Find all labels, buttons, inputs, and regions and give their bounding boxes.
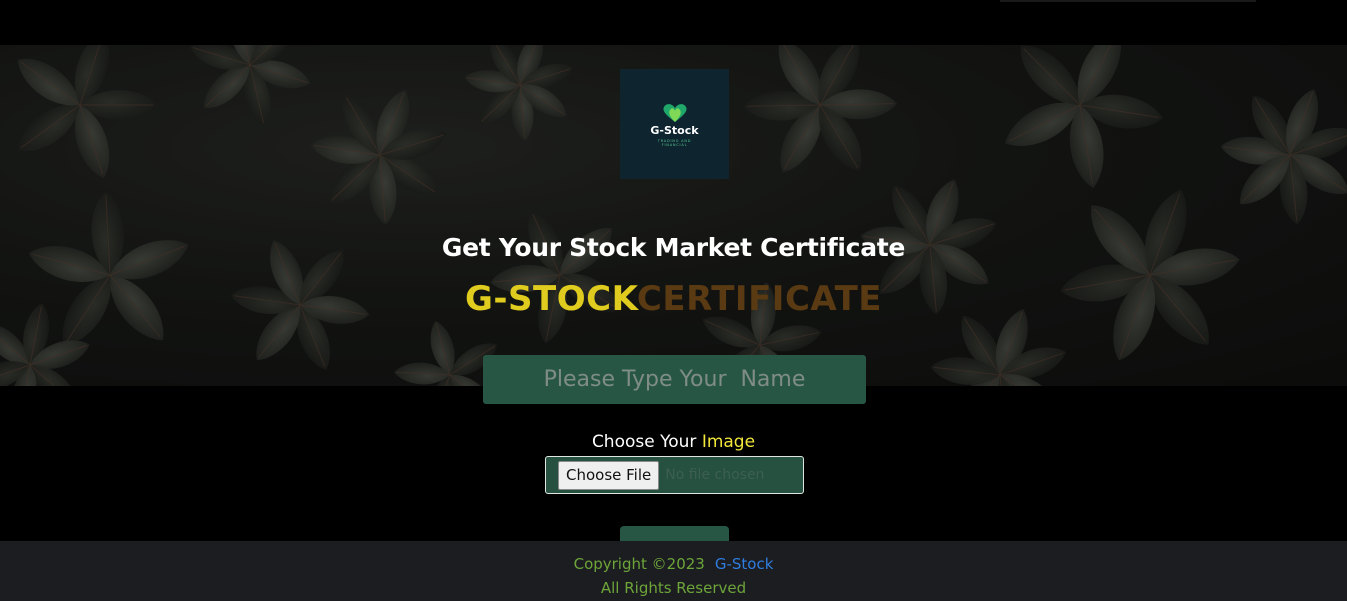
file-status-text: No file chosen — [665, 467, 765, 483]
heart-leaf-icon — [662, 104, 687, 122]
page-title: Get Your Stock Market Certificate — [441, 233, 906, 262]
logo-tagline: TRADING AND FINANCIAL — [657, 139, 692, 147]
choose-file-button[interactable]: Choose File — [558, 460, 660, 490]
brand-gstock-text: G-STOCK — [465, 279, 637, 319]
g-stock-logo[interactable]: G-Stock TRADING AND FINANCIAL — [620, 69, 729, 179]
footer-brand-link[interactable]: G-Stock — [715, 555, 774, 573]
hero-brand-heading: G-STOCKCERTIFICATE — [0, 279, 1347, 319]
footer-copyright-line: Copyright ©2023 G-Stock — [0, 555, 1347, 573]
choose-label-highlight: Image — [701, 432, 756, 452]
choose-label-text: Choose Your — [591, 432, 697, 452]
file-upload-field[interactable]: Choose File No file chosen — [545, 456, 804, 494]
choose-image-label: Choose Your Image — [0, 432, 1347, 452]
footer-rights-text: All Rights Reserved — [600, 579, 747, 597]
brand-certificate-text: CERTIFICATE — [636, 279, 882, 319]
name-input[interactable] — [483, 355, 866, 404]
hero-banner: G-Stock TRADING AND FINANCIAL Get Your S… — [0, 45, 1347, 386]
logo-brand-text: G-Stock — [650, 124, 699, 137]
copyright-text: Copyright ©2023 — [573, 555, 705, 573]
footer: Copyright ©2023 G-Stock All Rights Reserv… — [0, 541, 1347, 601]
page: G-Stock TRADING AND FINANCIAL Get Your S… — [0, 0, 1347, 601]
top-divider — [1000, 0, 1256, 2]
